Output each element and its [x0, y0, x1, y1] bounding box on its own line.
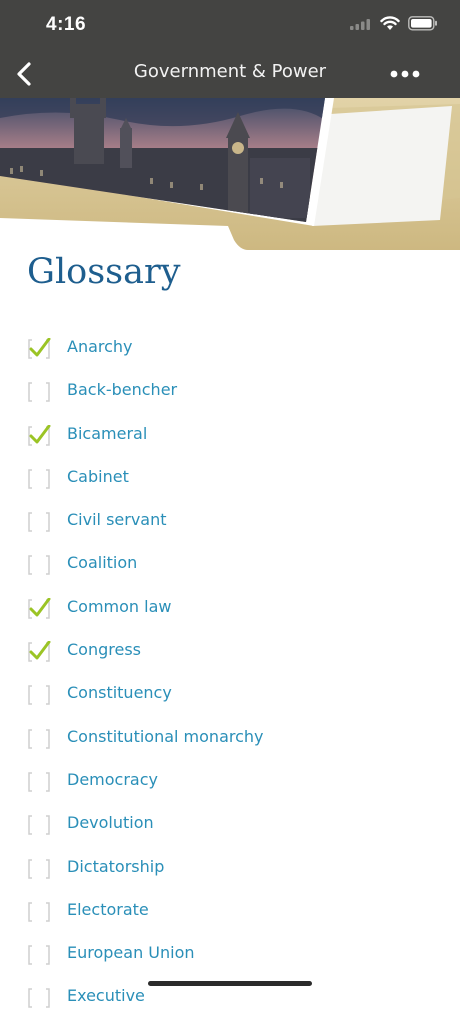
checkbox-empty-icon[interactable]: [27, 944, 51, 966]
glossary-term[interactable]: Back-bencher: [67, 380, 177, 399]
status-time: 4:16: [46, 14, 87, 35]
nav-bar: Government & Power: [0, 50, 460, 98]
glossary-item[interactable]: Congress: [0, 629, 460, 672]
checkbox-empty-icon[interactable]: [27, 728, 51, 750]
glossary-item[interactable]: Constituency: [0, 672, 460, 715]
page-title: Glossary: [27, 252, 181, 292]
glossary-item[interactable]: Common law: [0, 586, 460, 629]
glossary-term[interactable]: Congress: [67, 640, 141, 659]
glossary-item[interactable]: European Union: [0, 932, 460, 975]
checkbox-checked-icon[interactable]: [27, 424, 51, 447]
battery-icon: [408, 16, 437, 31]
glossary-item[interactable]: Coalition: [0, 542, 460, 585]
signal-icon: [350, 18, 370, 30]
glossary-item[interactable]: Civil servant: [0, 499, 460, 542]
glossary-term[interactable]: Democracy: [67, 770, 158, 789]
home-indicator: [148, 981, 312, 986]
glossary-item[interactable]: Cabinet: [0, 456, 460, 499]
checkbox-empty-icon[interactable]: [27, 858, 51, 880]
glossary-term[interactable]: Electorate: [67, 900, 149, 919]
ellipsis-icon: [390, 70, 420, 78]
glossary-item[interactable]: Devolution: [0, 802, 460, 845]
glossary-term[interactable]: Bicameral: [67, 424, 147, 443]
glossary-item[interactable]: Anarchy: [0, 326, 460, 369]
header-banner-image: [0, 98, 460, 258]
glossary-item[interactable]: Bicameral: [0, 413, 460, 456]
checkbox-empty-icon[interactable]: [27, 554, 51, 576]
glossary-term[interactable]: Common law: [67, 597, 171, 616]
glossary-list: Anarchy Back-bencher Bicameral Cabinet Civil…: [0, 326, 460, 1019]
checkbox-empty-icon[interactable]: [27, 987, 51, 1009]
glossary-term[interactable]: Cabinet: [67, 467, 129, 486]
glossary-term[interactable]: Dictatorship: [67, 857, 164, 876]
checkbox-checked-icon[interactable]: [27, 338, 51, 360]
checkbox-empty-icon[interactable]: [27, 468, 51, 490]
checkbox-empty-icon[interactable]: [27, 381, 51, 403]
status-icons: [350, 16, 438, 31]
checkbox-checked-icon[interactable]: [27, 597, 51, 620]
checkbox-empty-icon[interactable]: [27, 771, 51, 793]
more-options-button[interactable]: [388, 62, 424, 86]
glossary-term[interactable]: Anarchy: [67, 337, 133, 356]
wifi-icon: [380, 16, 400, 30]
glossary-item[interactable]: Dictatorship: [0, 846, 460, 889]
glossary-item[interactable]: Democracy: [0, 759, 460, 802]
glossary-item[interactable]: Constitutional monarchy: [0, 716, 460, 759]
glossary-item[interactable]: Electorate: [0, 889, 460, 932]
checkbox-empty-icon[interactable]: [27, 511, 51, 533]
checkbox-empty-icon[interactable]: [27, 814, 51, 836]
glossary-term[interactable]: Constitutional monarchy: [67, 727, 264, 746]
glossary-term[interactable]: Devolution: [67, 813, 154, 832]
glossary-term[interactable]: European Union: [67, 943, 195, 962]
checkbox-empty-icon[interactable]: [27, 684, 51, 706]
glossary-term[interactable]: Coalition: [67, 553, 137, 572]
glossary-term[interactable]: Constituency: [67, 683, 172, 702]
checkbox-checked-icon[interactable]: [27, 641, 51, 663]
status-bar: 4:16: [0, 0, 460, 50]
glossary-term[interactable]: Civil servant: [67, 510, 167, 529]
glossary-item[interactable]: Back-bencher: [0, 369, 460, 412]
checkbox-empty-icon[interactable]: [27, 901, 51, 923]
